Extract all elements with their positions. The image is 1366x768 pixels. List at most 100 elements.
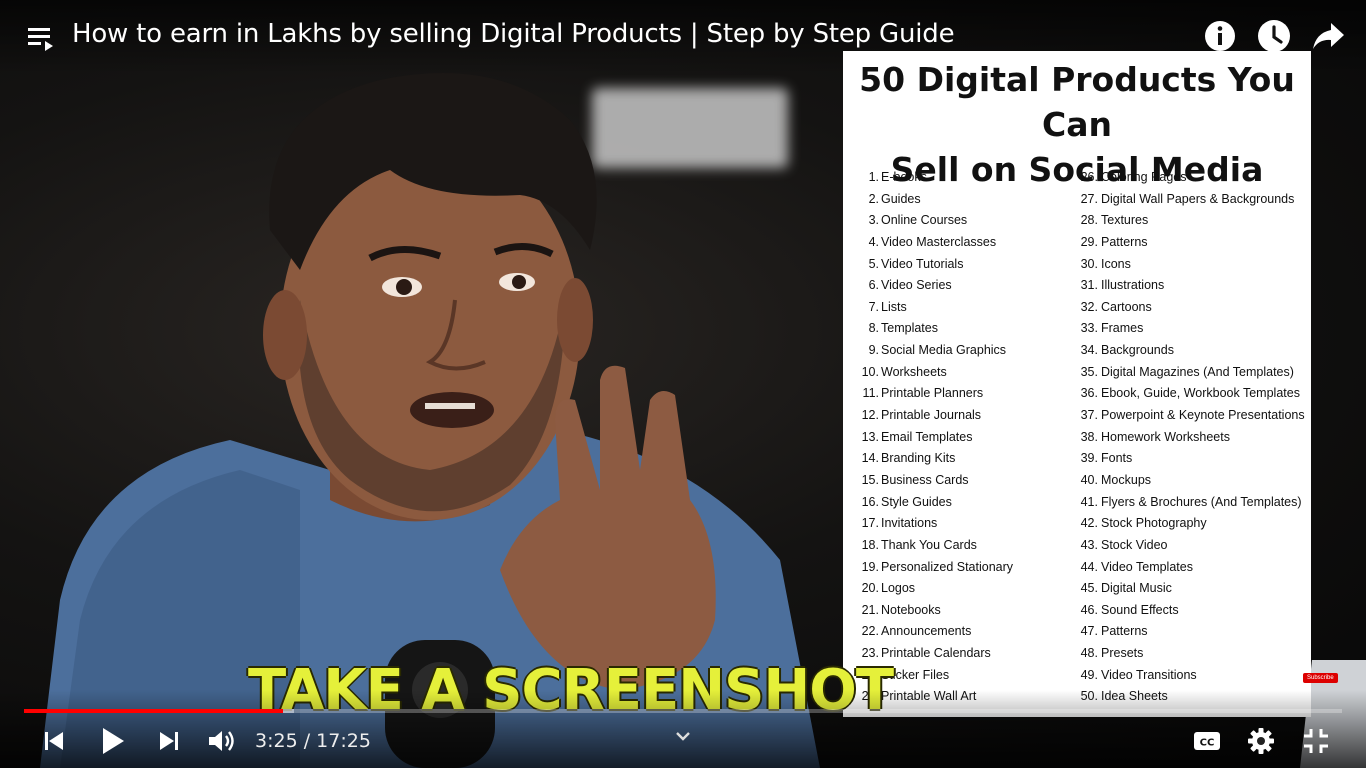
product-label: Illustrations xyxy=(1101,278,1165,293)
product-list-item: 47. Patterns xyxy=(1073,621,1305,643)
product-label: Digital Magazines (And Templates) xyxy=(1101,364,1294,379)
product-number: 6. xyxy=(868,278,879,293)
svg-text:CC: CC xyxy=(1200,738,1215,749)
product-list-item: 32. Cartoons xyxy=(1073,297,1305,319)
product-label: Ebook, Guide, Workbook Templates xyxy=(1101,386,1300,401)
product-number: 32. xyxy=(1080,299,1098,314)
product-number: 45. xyxy=(1080,581,1098,596)
product-number: 49. xyxy=(1080,667,1098,682)
product-list-item: 28. Textures xyxy=(1073,210,1305,232)
product-label: Fonts xyxy=(1101,451,1133,466)
next-icon[interactable] xyxy=(157,729,181,753)
product-label: Printable Journals xyxy=(881,408,982,423)
time-display: 3:25 / 17:25 xyxy=(255,730,371,752)
video-title[interactable]: How to earn in Lakhs by selling Digital … xyxy=(72,19,955,49)
product-number: 46. xyxy=(1080,602,1098,617)
product-label: Video Templates xyxy=(1101,559,1193,574)
product-number: 4. xyxy=(868,234,879,249)
product-label: Flyers & Brochures (And Templates) xyxy=(1101,494,1302,509)
product-number: 43. xyxy=(1080,537,1098,552)
product-list-item: 42. Stock Photography xyxy=(1073,513,1305,535)
product-number: 44. xyxy=(1080,559,1098,574)
product-number: 47. xyxy=(1080,624,1098,639)
product-label: Mockups xyxy=(1101,472,1152,487)
product-number: 8. xyxy=(868,321,879,336)
share-icon[interactable] xyxy=(1311,21,1345,51)
product-number: 9. xyxy=(868,343,879,358)
product-number: 27. xyxy=(1080,191,1098,206)
product-list-item: 29. Patterns xyxy=(1073,232,1305,254)
product-list-item: 39. Fonts xyxy=(1073,448,1305,470)
product-label: Video Tutorials xyxy=(881,256,964,271)
product-label: Business Cards xyxy=(881,472,969,487)
product-list-item: 7. Lists xyxy=(855,297,1013,319)
product-number: 2. xyxy=(868,191,879,206)
closed-captions-icon[interactable]: CC xyxy=(1193,729,1221,753)
product-list-item: 43. Stock Video xyxy=(1073,535,1305,557)
product-number: 11. xyxy=(862,386,879,401)
product-label: Notebooks xyxy=(881,602,941,617)
product-number: 10. xyxy=(861,364,879,379)
product-number: 17. xyxy=(861,516,879,531)
product-list-item: 19. Personalized Stationary xyxy=(855,557,1013,579)
progress-bar[interactable] xyxy=(24,709,1342,713)
product-list-item: 9. Social Media Graphics xyxy=(855,340,1013,362)
product-label: Style Guides xyxy=(881,494,952,509)
playlist-icon[interactable] xyxy=(26,24,56,52)
product-number: 30. xyxy=(1080,256,1098,271)
product-list-item: 34. Backgrounds xyxy=(1073,340,1305,362)
product-number: 41. xyxy=(1080,494,1098,509)
product-label: Invitations xyxy=(881,516,938,531)
gear-icon[interactable] xyxy=(1247,727,1275,755)
product-label: Social Media Graphics xyxy=(881,343,1007,358)
progress-played xyxy=(24,709,284,713)
info-icon[interactable] xyxy=(1204,20,1236,52)
product-label: Presets xyxy=(1101,646,1144,661)
product-label: Powerpoint & Keynote Presentations xyxy=(1101,408,1305,423)
product-label: Logos xyxy=(881,581,916,596)
product-number: 3. xyxy=(868,213,879,228)
exit-fullscreen-icon[interactable] xyxy=(1302,727,1330,755)
product-list-item: 46. Sound Effects xyxy=(1073,600,1305,622)
product-label: Online Courses xyxy=(881,213,968,228)
product-number: 26. xyxy=(1080,170,1098,184)
product-label: Video Transitions xyxy=(1101,667,1197,682)
product-number: 29. xyxy=(1080,234,1098,249)
product-list-item: 35. Digital Magazines (And Templates) xyxy=(1073,362,1305,384)
product-list-item: 6. Video Series xyxy=(855,275,1013,297)
product-number: 38. xyxy=(1080,429,1098,444)
product-number: 18. xyxy=(861,537,879,552)
product-label: Digital Wall Papers & Backgrounds xyxy=(1101,191,1295,206)
product-number: 37. xyxy=(1080,408,1098,423)
product-label: Printable Calendars xyxy=(881,646,991,661)
product-number: 14. xyxy=(861,451,879,466)
product-label: Backgrounds xyxy=(1101,343,1174,358)
product-number: 16. xyxy=(861,494,879,509)
product-list-item: 48. Presets xyxy=(1073,643,1305,665)
product-number: 33. xyxy=(1080,321,1098,336)
product-number: 15. xyxy=(861,472,879,487)
product-list-item: 33. Frames xyxy=(1073,318,1305,340)
product-number: 48. xyxy=(1080,646,1098,661)
product-label: E-books xyxy=(881,170,927,184)
previous-icon[interactable] xyxy=(42,729,66,753)
product-list-item: 44. Video Templates xyxy=(1073,557,1305,579)
product-label: Digital Music xyxy=(1101,581,1172,596)
product-label: Stock Video xyxy=(1101,537,1168,552)
play-icon[interactable] xyxy=(99,726,127,756)
product-label: Frames xyxy=(1101,321,1144,336)
clock-icon[interactable] xyxy=(1257,19,1291,53)
product-list-item: 30. Icons xyxy=(1073,254,1305,276)
product-list-overlay: 50 Digital Products You Can Sell on Soci… xyxy=(843,51,1311,717)
product-list-item: 26. Coloring Pages xyxy=(1073,167,1305,189)
subscribe-badge[interactable]: Subscribe xyxy=(1303,673,1338,683)
product-list-item: 14. Branding Kits xyxy=(855,448,1013,470)
volume-icon[interactable] xyxy=(207,728,237,754)
product-list-item: 8. Templates xyxy=(855,318,1013,340)
product-number: 34. xyxy=(1080,343,1098,358)
product-list-item: 38. Homework Worksheets xyxy=(1073,427,1305,449)
product-list-item: 15. Business Cards xyxy=(855,470,1013,492)
chevron-down-icon[interactable] xyxy=(674,729,692,743)
product-list-item: 40. Mockups xyxy=(1073,470,1305,492)
product-number: 31. xyxy=(1080,278,1098,293)
